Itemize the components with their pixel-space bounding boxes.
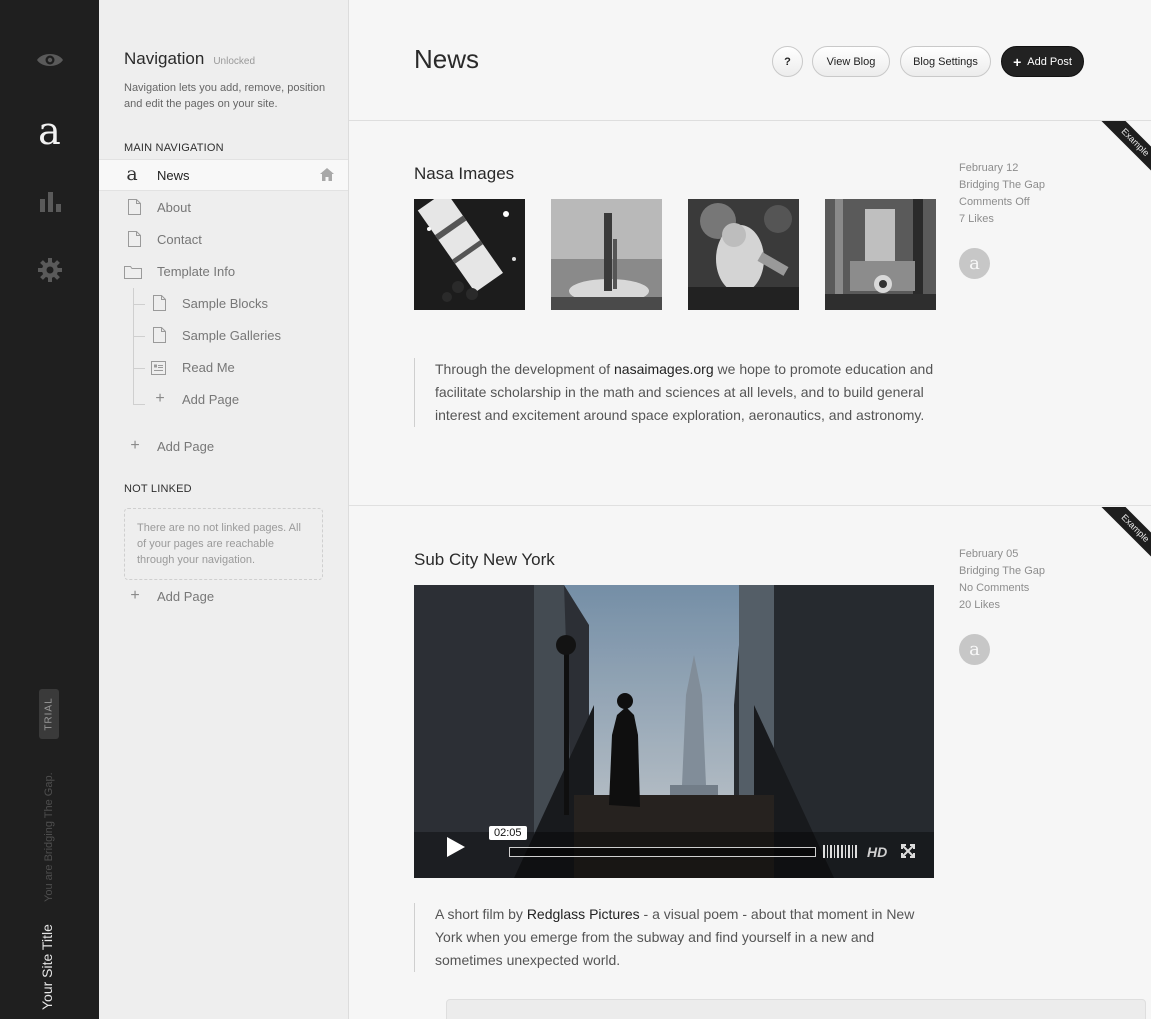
- page-icon: [126, 198, 142, 216]
- stats-icon[interactable]: [0, 188, 99, 214]
- folder-icon: [124, 263, 142, 281]
- plus-icon: +: [130, 437, 140, 454]
- example-ribbon: Example: [1089, 121, 1151, 183]
- add-post-label: Add Post: [1027, 55, 1072, 68]
- nav-item-about[interactable]: About: [99, 191, 348, 223]
- example-ribbon: Example: [1089, 507, 1151, 569]
- nav-item-sample-blocks[interactable]: Sample Blocks: [99, 287, 348, 319]
- navigation-status: Unlocked: [213, 56, 256, 67]
- next-post-card: [446, 999, 1146, 1019]
- home-icon: [320, 168, 334, 186]
- post-meta: February 05 Bridging The Gap No Comments…: [959, 546, 1045, 614]
- nav-item-label: Contact: [157, 231, 202, 247]
- navigation-header: Navigation Unlocked: [124, 49, 255, 69]
- page-title: News: [414, 44, 480, 74]
- hd-toggle[interactable]: HD: [867, 844, 887, 860]
- post-author[interactable]: Bridging The Gap: [959, 563, 1045, 580]
- trial-badge[interactable]: TRIAL: [39, 689, 59, 739]
- post-title[interactable]: Sub City New York: [414, 550, 555, 570]
- text-icon: [150, 359, 166, 377]
- post-body: A short film by Redglass Pictures - a vi…: [414, 903, 934, 972]
- post-comments[interactable]: Comments Off: [959, 194, 1045, 211]
- page-icon: [151, 326, 167, 344]
- plus-icon: +: [155, 390, 165, 407]
- ribbon-label: Example: [1097, 121, 1151, 180]
- video-progress-bar[interactable]: [509, 847, 816, 857]
- post-likes[interactable]: 20 Likes: [959, 597, 1045, 614]
- avatar[interactable]: a: [959, 634, 990, 665]
- site-title[interactable]: Your Site Title: [39, 924, 55, 1010]
- nav-item-label: Sample Galleries: [182, 327, 281, 343]
- post-date[interactable]: February 12: [959, 160, 1045, 177]
- add-page-label: Add Page: [157, 438, 215, 454]
- avatar[interactable]: a: [959, 248, 990, 279]
- nav-item-label: Read Me: [182, 359, 235, 375]
- nav-item-news[interactable]: a News: [99, 159, 348, 191]
- blog-icon: a: [126, 163, 138, 185]
- post-card: Example Sub City New York 02:05 HD A sho…: [349, 507, 1151, 1019]
- not-linked-add-page-button[interactable]: + Add Page: [99, 580, 348, 612]
- add-post-button[interactable]: + Add Post: [1001, 46, 1084, 77]
- post-title[interactable]: Nasa Images: [414, 164, 514, 184]
- gallery-image[interactable]: [414, 199, 525, 310]
- bridging-text: You are Bridging The Gap.: [43, 772, 55, 902]
- eye-icon[interactable]: [0, 47, 99, 73]
- navigation-title: Navigation: [124, 49, 205, 68]
- navigation-description: Navigation lets you add, remove, positio…: [124, 82, 326, 110]
- post-likes[interactable]: 7 Likes: [959, 211, 1045, 228]
- gear-icon[interactable]: [0, 256, 99, 284]
- nasaimages-link[interactable]: nasaimages.org: [614, 361, 714, 377]
- nav-item-label: Template Info: [157, 263, 236, 279]
- gallery-image[interactable]: [551, 199, 662, 310]
- nav-item-template-info[interactable]: Template Info: [99, 255, 348, 287]
- image-gallery: [414, 199, 936, 310]
- post-comments[interactable]: No Comments: [959, 580, 1045, 597]
- add-page-label: Add Page: [157, 588, 215, 604]
- not-linked-heading: NOT LINKED: [124, 483, 192, 495]
- play-icon: [447, 837, 465, 857]
- nav-item-label: News: [157, 167, 190, 183]
- post-body: Through the development of nasaimages.or…: [414, 358, 934, 427]
- fullscreen-icon[interactable]: [901, 844, 915, 863]
- redglass-link[interactable]: Redglass Pictures: [527, 906, 640, 922]
- video-time: 02:05: [489, 826, 527, 840]
- nav-item-read-me[interactable]: Read Me: [99, 351, 348, 383]
- post-author[interactable]: Bridging The Gap: [959, 177, 1045, 194]
- play-button[interactable]: [444, 835, 468, 859]
- volume-icon[interactable]: [823, 845, 857, 859]
- app-rail: a TRIAL You are Bridging The Gap. Your S…: [0, 0, 99, 1019]
- ribbon-label: Example: [1097, 507, 1151, 566]
- nav-item-label: Add Page: [182, 391, 240, 407]
- help-button[interactable]: ?: [772, 46, 803, 77]
- post-meta: February 12 Bridging The Gap Comments Of…: [959, 160, 1045, 228]
- add-page-button[interactable]: + Add Page: [99, 430, 348, 462]
- post-card: Example Nasa Images Through the developm…: [349, 121, 1151, 506]
- page-icon: [151, 294, 167, 312]
- gallery-image[interactable]: [825, 199, 936, 310]
- nav-item-contact[interactable]: Contact: [99, 223, 348, 255]
- post-text: Through the development of: [435, 361, 615, 377]
- main-navigation-heading: MAIN NAVIGATION: [124, 142, 224, 154]
- post-text: A short film by: [435, 906, 527, 922]
- gallery-image[interactable]: [688, 199, 799, 310]
- video-player[interactable]: 02:05 HD: [414, 585, 934, 878]
- nav-item-label: Sample Blocks: [182, 295, 268, 311]
- trial-label: TRIAL: [43, 697, 55, 731]
- view-blog-button[interactable]: View Blog: [812, 46, 890, 77]
- nav-item-add-child-page[interactable]: + Add Page: [99, 383, 348, 415]
- plus-icon: +: [130, 587, 140, 604]
- main-content: News ? View Blog Blog Settings + Add Pos…: [349, 0, 1151, 1019]
- not-linked-empty-message: There are no not linked pages. All of yo…: [124, 508, 323, 580]
- nav-item-sample-galleries[interactable]: Sample Galleries: [99, 319, 348, 351]
- page-header: News ? View Blog Blog Settings + Add Pos…: [349, 0, 1151, 121]
- page-icon: [126, 230, 142, 248]
- logo-icon[interactable]: a: [0, 108, 99, 154]
- nav-item-label: About: [157, 199, 191, 215]
- plus-icon: +: [1013, 53, 1022, 70]
- blog-settings-button[interactable]: Blog Settings: [900, 46, 991, 77]
- navigation-panel: Navigation Unlocked Navigation lets you …: [99, 0, 349, 1019]
- post-date[interactable]: February 05: [959, 546, 1045, 563]
